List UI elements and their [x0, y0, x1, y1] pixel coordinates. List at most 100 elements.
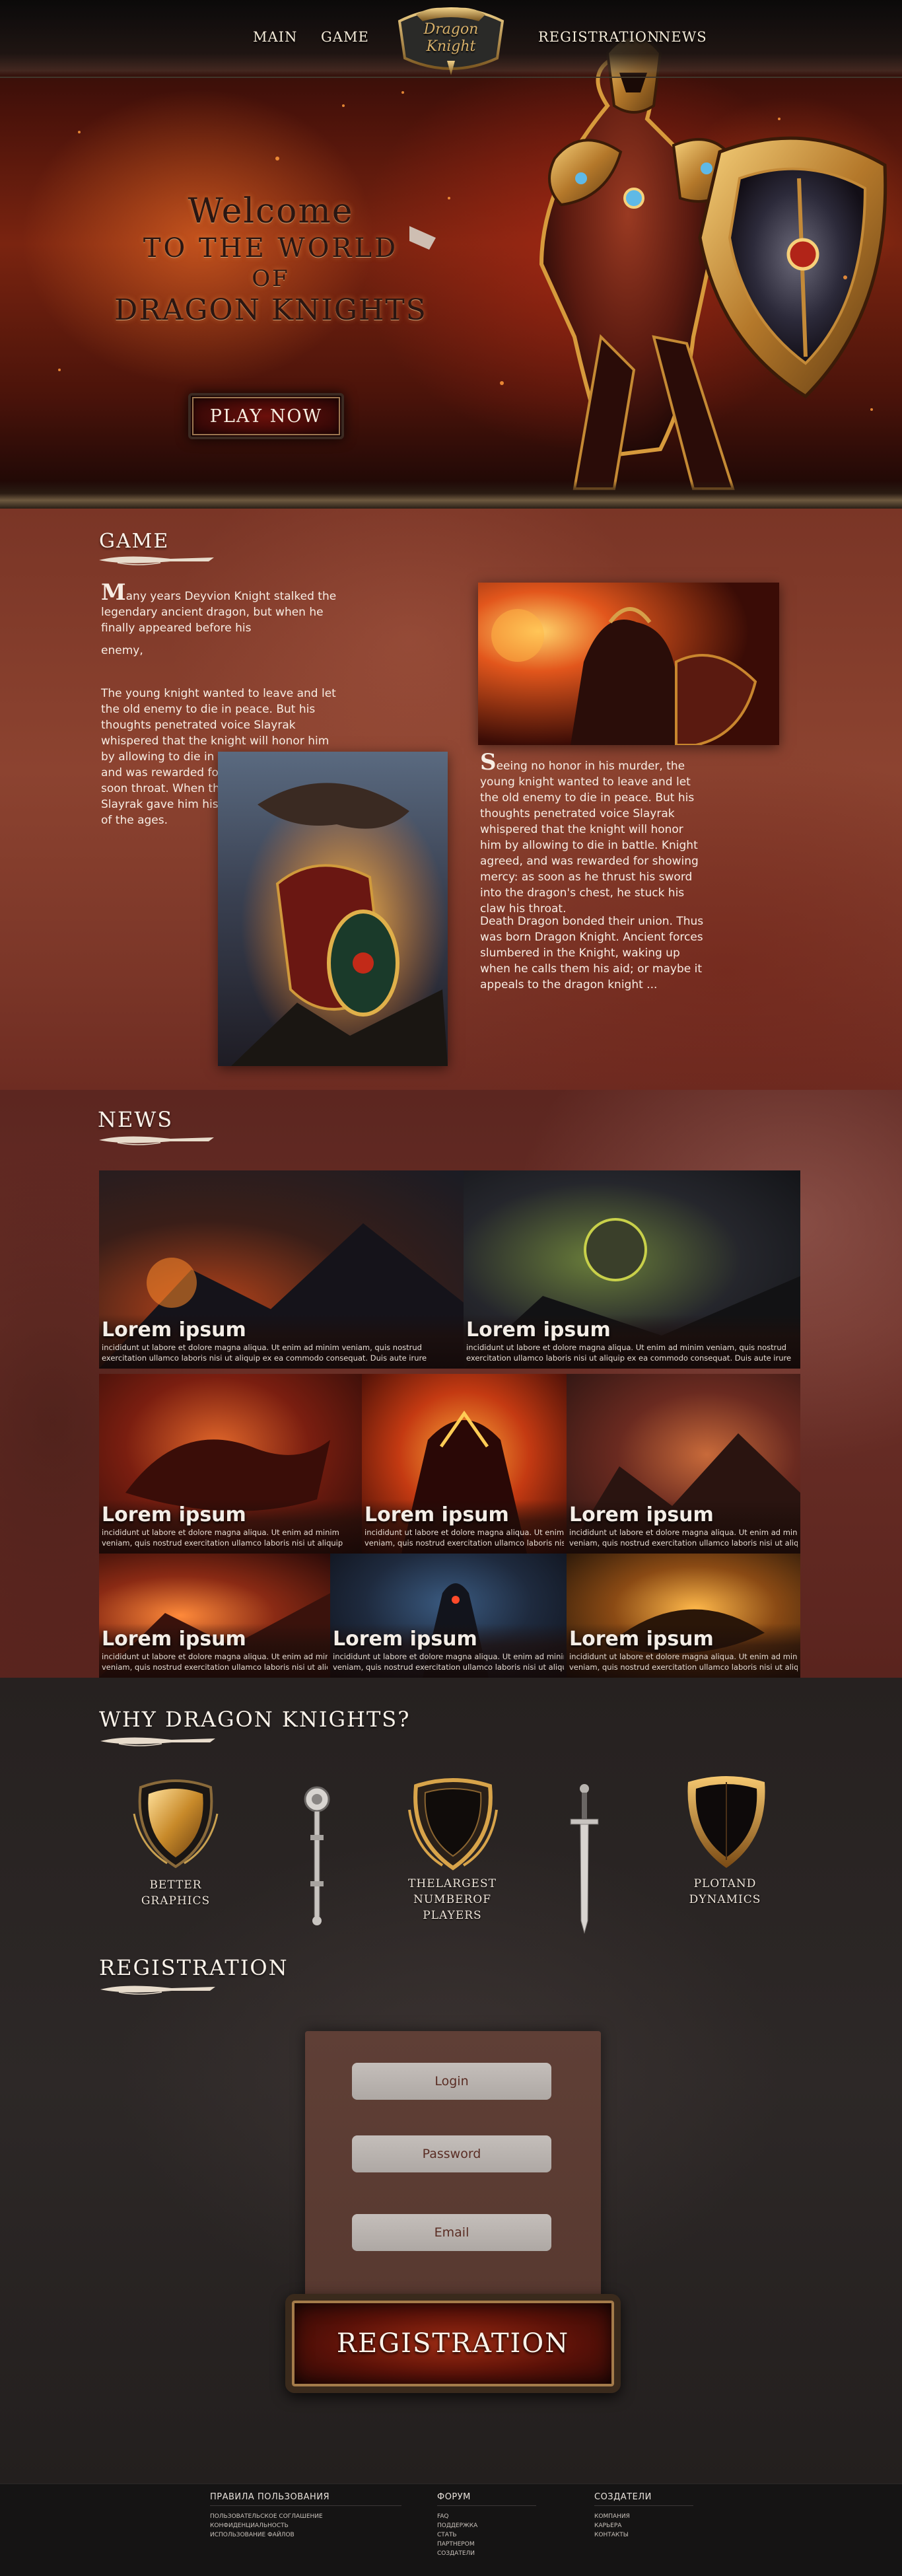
sword-icon — [570, 1784, 599, 1934]
game-paragraph-1: Many years Deyvion Knight stalked the le… — [101, 581, 344, 659]
dropcap-m: M — [101, 579, 126, 606]
dragon-knight-logo[interactable]: Dragon Knight — [386, 1, 516, 75]
footer-link-file-usage[interactable]: ИСПОЛЬЗОВАНИЕ ФАЙЛОВ — [210, 2532, 295, 2538]
feature-1-line-2: GRAPHICS — [141, 1894, 211, 1908]
footer-col-3-title: СОЗДАТЕЛИ — [594, 2492, 652, 2502]
news-tile-5[interactable]: Lorem ipsum incididunt ut labore et dolo… — [567, 1374, 800, 1554]
news-tile-4[interactable]: Lorem ipsum incididunt ut labore et dolo… — [362, 1374, 567, 1554]
top-navigation-bar: MAIN GAME REGISTRATION NEWS Dragon Knigh… — [0, 0, 902, 78]
footer-divider — [210, 2505, 401, 2506]
footer-link-become[interactable]: СТАТЬ — [437, 2532, 457, 2538]
nav-main-link[interactable]: MAIN — [253, 29, 297, 45]
welcome-line-3: OF — [252, 266, 290, 292]
news-item-title: Lorem ipsum — [569, 1503, 714, 1526]
logo-text-top: Dragon — [423, 21, 479, 38]
news-item-desc: incididunt ut labore et dolore magna ali… — [466, 1343, 786, 1352]
site-footer: ПРАВИЛА ПОЛЬЗОВАНИЯ ПОЛЬЗОВАТЕЛЬСКОЕ СОГ… — [0, 2484, 902, 2576]
news-item-desc: veniam, quis nostrud exercitation ullamc… — [364, 1538, 564, 1548]
title-flourish-icon — [100, 1737, 215, 1746]
game-paragraph-3-text: eeing no honor in his murder, the young … — [480, 760, 699, 915]
footer-link-privacy[interactable]: КОНФИДЕНЦИАЛЬНОСТЬ — [210, 2522, 289, 2529]
email-input[interactable] — [352, 2214, 551, 2251]
news-item-desc: veniam, quis nostrud exercitation ullamc… — [333, 1663, 564, 1672]
feature-2-line-1: THELARGEST — [408, 1877, 497, 1890]
footer-link-partner[interactable]: ПАРТНЕРОМ — [437, 2541, 475, 2548]
game-paragraph-4: Death Dragon bonded their union. Thus wa… — [480, 915, 704, 991]
registration-title: REGISTRATION — [99, 1955, 289, 1980]
feature-3-caption: PLOTAND DYNAMICS — [672, 1876, 778, 1908]
nav-registration-link[interactable]: REGISTRATION — [538, 29, 660, 45]
title-flourish-icon — [99, 556, 214, 565]
news-tile-6[interactable]: Lorem ipsum incididunt ut labore et dolo… — [99, 1554, 330, 1678]
why-title: WHY DRAGON KNIGHTS? — [99, 1707, 411, 1732]
password-input[interactable] — [352, 2135, 551, 2172]
nav-game-link[interactable]: GAME — [321, 29, 369, 45]
scepter-icon — [304, 1786, 330, 1925]
footer-link-user-agreement[interactable]: ПОЛЬЗОВАТЕЛЬСКОЕ СОГЛАШЕНИЕ — [210, 2513, 323, 2520]
footer-link-faq[interactable]: FAQ — [437, 2513, 448, 2520]
news-caption: Lorem ipsum incididunt ut labore et dolo… — [99, 1314, 464, 1369]
registration-submit-button[interactable]: REGISTRATION — [285, 2294, 621, 2393]
welcome-heading: Welcome TO THE WORLD OF DRAGON KNIGHTS — [92, 192, 449, 329]
footer-link-creators[interactable]: СОЗДАТЕЛИ — [437, 2550, 475, 2557]
hero-bottom-border — [0, 481, 902, 509]
news-item-desc: incididunt ut labore et dolore magna ali… — [569, 1652, 798, 1661]
news-caption: Lorem ipsum incididunt ut labore et dolo… — [362, 1499, 567, 1554]
footer-link-support[interactable]: ПОДДЕРЖКА — [437, 2522, 477, 2529]
news-tile-8[interactable]: Lorem ipsum incididunt ut labore et dolo… — [567, 1554, 800, 1678]
news-item-desc: incididunt ut labore et dolore magna ali… — [364, 1528, 564, 1537]
news-item-desc: incididunt ut labore et dolore magna ali… — [569, 1528, 798, 1537]
welcome-line-1: Welcome — [188, 192, 354, 231]
news-item-desc: exercitation ullamco laboris nisi ut ali… — [466, 1353, 792, 1363]
game-paragraph-1-end: enemy, — [101, 644, 143, 657]
news-item-desc: incididunt ut labore et dolore magna ali… — [102, 1652, 328, 1661]
footer-divider — [594, 2505, 693, 2506]
dropcap-s: S — [480, 749, 497, 775]
feature-2-caption: THELARGEST NUMBEROF PLAYERS — [390, 1876, 515, 1923]
login-input[interactable] — [352, 2063, 551, 2100]
news-item-desc: veniam, quis nostrud exercitation ullamc… — [569, 1663, 798, 1672]
footer-divider — [437, 2505, 536, 2506]
title-flourish-icon — [99, 1136, 214, 1145]
welcome-line-4: DRAGON KNIGHTS — [114, 293, 427, 327]
feature-3-line-1: PLOTAND — [693, 1877, 757, 1890]
news-item-title: Lorem ipsum — [102, 1628, 246, 1651]
play-now-button[interactable]: PLAY NOW — [188, 393, 344, 439]
footer-link-career[interactable]: КАРЬЕРА — [594, 2522, 621, 2529]
news-item-desc: veniam, quis nostrud exercitation ullamc… — [102, 1538, 343, 1548]
news-tile-2[interactable]: Lorem ipsum incididunt ut labore et dolo… — [464, 1170, 800, 1369]
news-item-title: Lorem ipsum — [466, 1318, 611, 1342]
why-and-registration-section: WHY DRAGON KNIGHTS? BETTER GRAPHICS THEL… — [0, 1678, 902, 2484]
news-item-title: Lorem ipsum — [569, 1628, 714, 1651]
feature-3-line-2: DYNAMICS — [689, 1893, 761, 1906]
news-caption: Lorem ipsum incididunt ut labore et dolo… — [464, 1314, 800, 1369]
dark-shield-icon — [408, 1778, 498, 1871]
news-item-title: Lorem ipsum — [102, 1318, 246, 1342]
game-paragraph-1-text: any years Deyvion Knight stalked the leg… — [101, 590, 337, 635]
news-caption: Lorem ipsum incididunt ut labore et dolo… — [330, 1624, 567, 1678]
game-paragraph-3: Seeing no honor in his murder, the young… — [480, 751, 705, 917]
news-item-desc: veniam, quis nostrud exercitation ullamc… — [569, 1538, 798, 1548]
footer-col-2-title: ФОРУМ — [437, 2492, 471, 2502]
game-artwork-fire-knight — [478, 583, 779, 745]
title-flourish-icon — [100, 1986, 215, 1995]
game-title: GAME — [99, 530, 170, 553]
footer-link-company[interactable]: КОМПАНИЯ — [594, 2513, 630, 2520]
news-item-desc: incididunt ut labore et dolore magna ali… — [102, 1528, 339, 1537]
news-caption: Lorem ipsum incididunt ut labore et dolo… — [99, 1624, 330, 1678]
black-gold-shield-icon — [687, 1776, 765, 1868]
news-item-desc: veniam, quis nostrud exercitation ullamc… — [102, 1663, 328, 1672]
feature-1-line-1: BETTER — [149, 1878, 202, 1892]
news-item-desc: incididunt ut labore et dolore magna ali… — [102, 1343, 422, 1352]
news-tile-1[interactable]: Lorem ipsum incididunt ut labore et dolo… — [99, 1170, 464, 1369]
logo-text-bottom: Knight — [426, 38, 476, 55]
welcome-line-2: TO THE WORLD — [143, 233, 399, 264]
nav-news-link[interactable]: NEWS — [658, 29, 707, 45]
footer-col-1-title: ПРАВИЛА ПОЛЬЗОВАНИЯ — [210, 2492, 330, 2502]
news-title: NEWS — [98, 1107, 174, 1132]
news-item-desc: exercitation ullamco laboris nisi ut ali… — [102, 1353, 427, 1363]
footer-link-contacts[interactable]: КОНТАКТЫ — [594, 2532, 629, 2538]
news-tile-3[interactable]: Lorem ipsum incididunt ut labore et dolo… — [99, 1374, 362, 1554]
news-item-title: Lorem ipsum — [333, 1628, 477, 1651]
news-tile-7[interactable]: Lorem ipsum incididunt ut labore et dolo… — [330, 1554, 567, 1678]
